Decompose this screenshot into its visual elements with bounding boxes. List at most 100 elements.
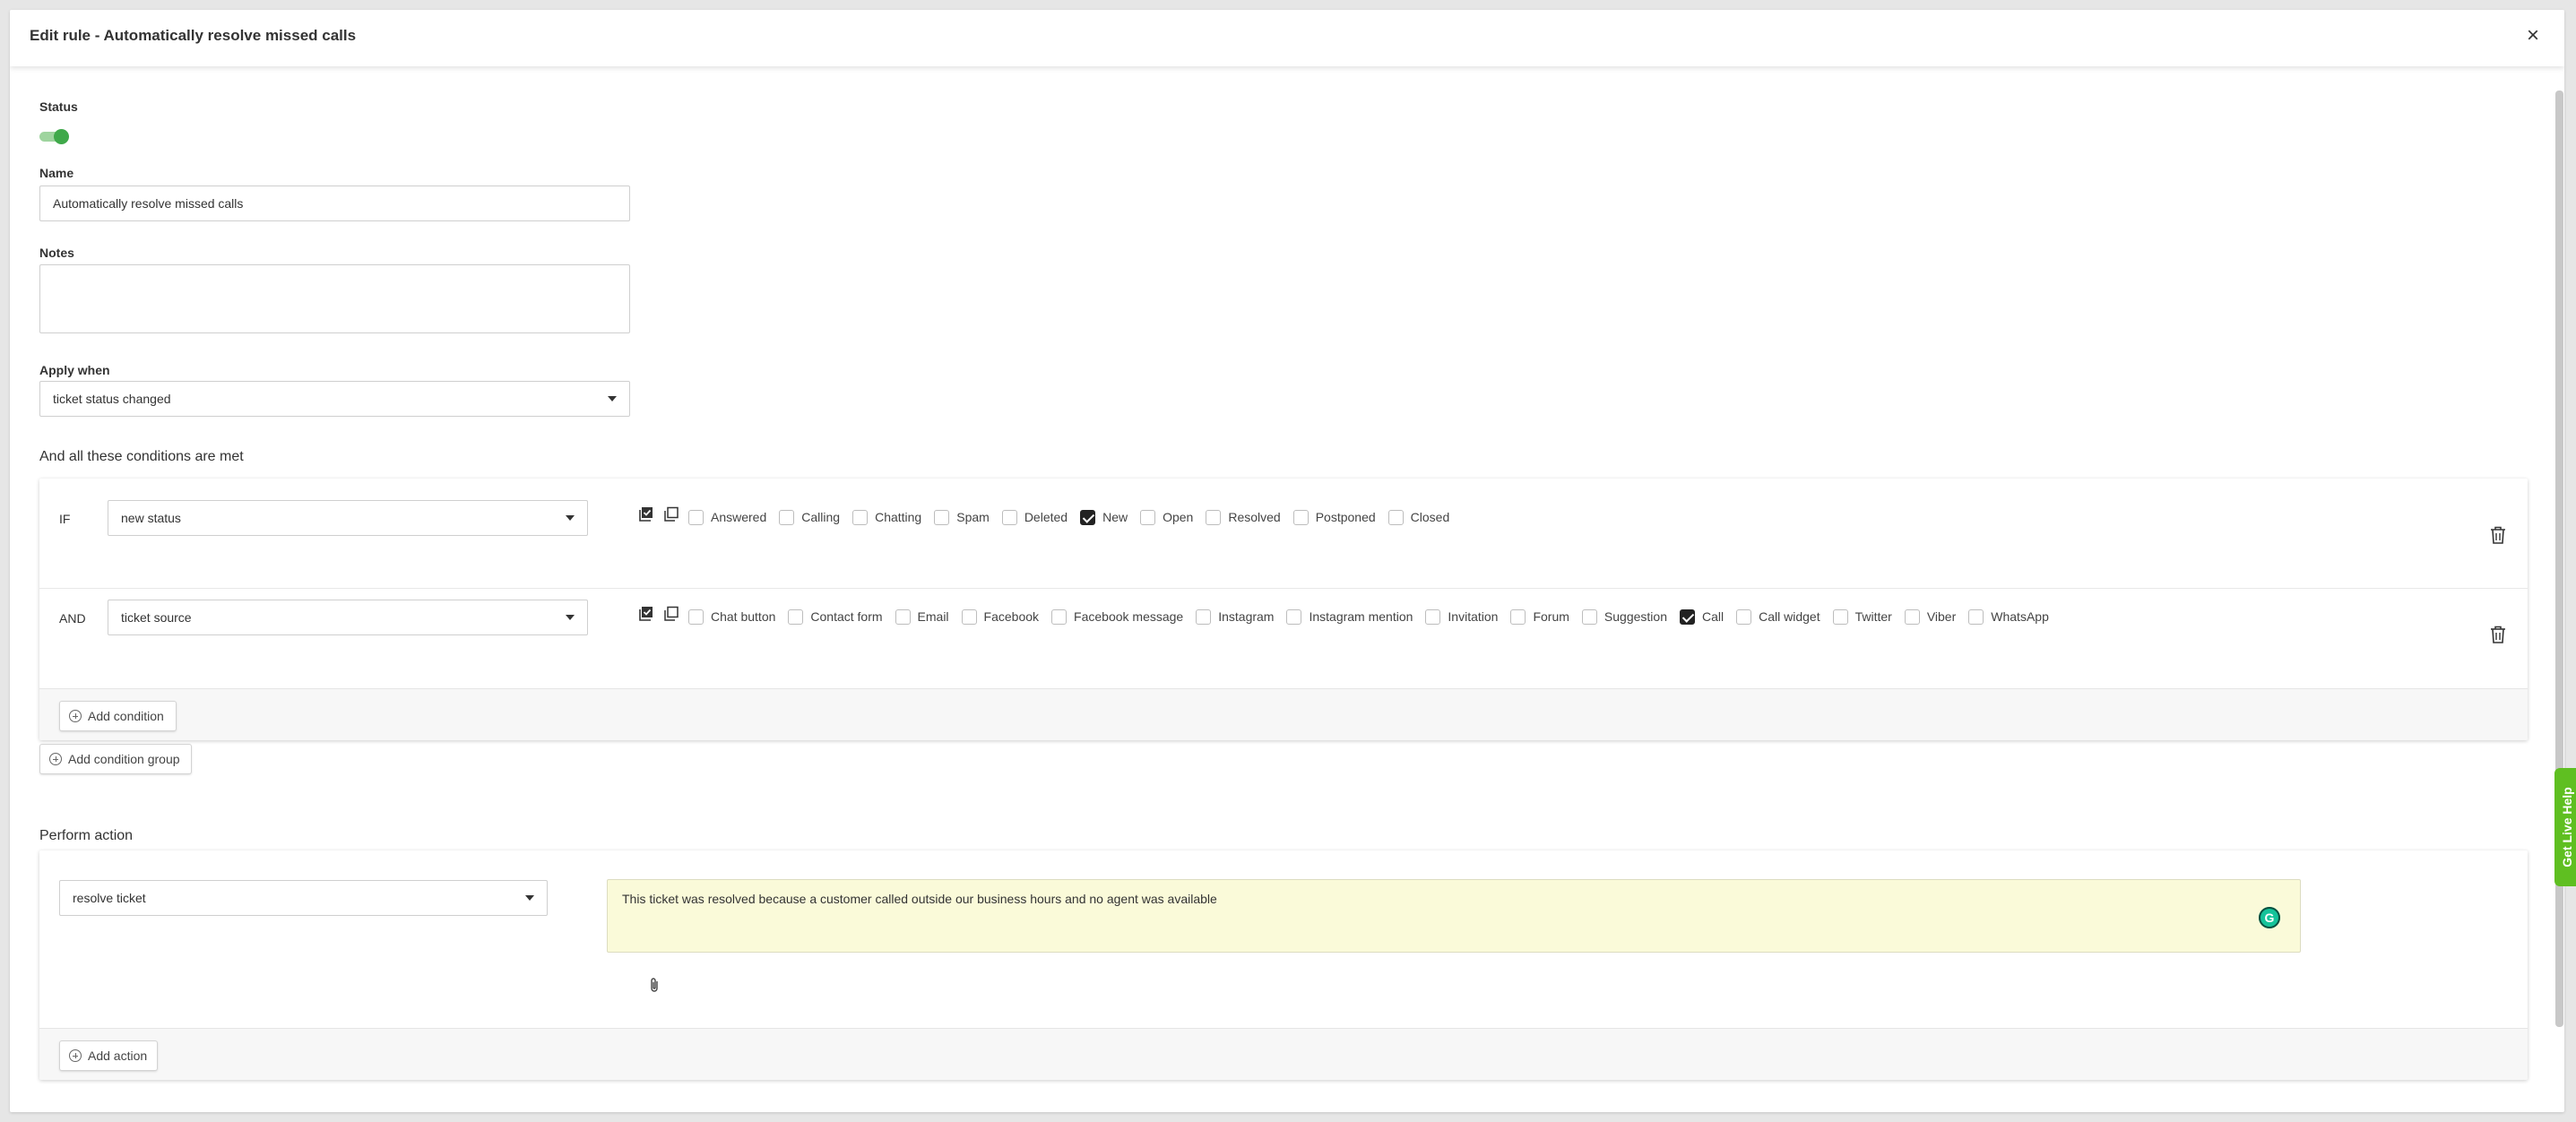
condition-field-select[interactable]: new status <box>108 500 588 536</box>
option-label: Closed <box>1410 510 1450 524</box>
actions-section-title: Perform action <box>39 828 134 843</box>
conditions-section-title: And all these conditions are met <box>39 449 244 464</box>
checkbox[interactable] <box>1736 608 1752 625</box>
option-suggestion[interactable]: Suggestion <box>1581 608 1667 625</box>
condition-field-select[interactable]: ticket source <box>108 600 588 635</box>
checkbox[interactable] <box>852 509 869 525</box>
action-select[interactable]: resolve ticket <box>59 880 548 916</box>
condition-group-footer: Add condition <box>39 688 2528 740</box>
option-label: Facebook <box>983 609 1040 624</box>
checkbox[interactable] <box>1510 608 1526 625</box>
chevron-down-icon <box>566 515 575 521</box>
checkbox[interactable] <box>1051 608 1068 625</box>
option-chatting[interactable]: Chatting <box>852 509 922 525</box>
option-forum[interactable]: Forum <box>1510 608 1569 625</box>
add-condition-group-button[interactable]: Add condition group <box>39 744 192 774</box>
checkbox[interactable] <box>1292 509 1309 525</box>
checkbox[interactable] <box>688 608 704 625</box>
checkbox[interactable] <box>788 608 804 625</box>
select-all-icon[interactable] <box>638 506 654 522</box>
grammarly-icon[interactable]: G <box>2259 907 2280 928</box>
option-resolved[interactable]: Resolved <box>1206 509 1281 525</box>
checkbox[interactable] <box>1904 608 1920 625</box>
option-label: Calling <box>801 510 841 524</box>
checkbox[interactable] <box>1581 608 1597 625</box>
option-label: New <box>1102 510 1128 524</box>
source-options: Chat button Contact form Email Facebook Face… <box>688 607 2062 626</box>
checkbox[interactable] <box>934 509 950 525</box>
condition-group-panel: IF new status Answered Calling Chatting Spa… <box>39 479 2528 740</box>
apply-when-select[interactable]: ticket status changed <box>39 381 630 417</box>
status-toggle[interactable] <box>39 129 69 144</box>
trash-icon[interactable] <box>2489 625 2507 644</box>
option-calling[interactable]: Calling <box>779 509 841 525</box>
option-deleted[interactable]: Deleted <box>1001 509 1068 525</box>
option-call[interactable]: Call <box>1679 608 1725 625</box>
condition-keyword-and: AND <box>59 611 86 626</box>
option-viber[interactable]: Viber <box>1904 608 1956 625</box>
checkbox[interactable] <box>1286 608 1302 625</box>
add-condition-button[interactable]: Add condition <box>59 701 177 731</box>
option-postponed[interactable]: Postponed <box>1292 509 1376 525</box>
attachment-icon[interactable] <box>647 976 661 994</box>
checkbox[interactable] <box>1196 608 1212 625</box>
select-all-icon[interactable] <box>638 606 654 622</box>
option-label: Answered <box>711 510 767 524</box>
option-label: Suggestion <box>1604 609 1667 624</box>
option-label: Call <box>1701 609 1725 624</box>
name-input[interactable]: Automatically resolve missed calls <box>39 186 630 221</box>
option-twitter[interactable]: Twitter <box>1832 608 1892 625</box>
option-closed[interactable]: Closed <box>1387 509 1450 525</box>
row-divider <box>39 588 2528 589</box>
option-instagram[interactable]: Instagram <box>1196 608 1274 625</box>
trash-icon[interactable] <box>2489 525 2507 545</box>
option-email[interactable]: Email <box>895 608 949 625</box>
option-chat-button[interactable]: Chat button <box>688 608 775 625</box>
checkbox[interactable] <box>688 509 704 525</box>
checkbox[interactable] <box>1001 509 1017 525</box>
status-label: Status <box>39 99 78 114</box>
get-live-help-button[interactable]: Get Live Help <box>2554 768 2576 886</box>
option-invitation[interactable]: Invitation <box>1425 608 1498 625</box>
action-panel-footer: Add action <box>39 1028 2528 1080</box>
option-answered[interactable]: Answered <box>688 509 767 525</box>
option-spam[interactable]: Spam <box>934 509 990 525</box>
option-open[interactable]: Open <box>1140 509 1194 525</box>
option-facebook[interactable]: Facebook <box>961 608 1040 625</box>
option-call-widget[interactable]: Call widget <box>1736 608 1820 625</box>
checkbox[interactable] <box>895 608 911 625</box>
option-new[interactable]: New <box>1080 509 1128 525</box>
status-options: Answered Calling Chatting Spam Deleted New Ope… <box>688 507 1462 527</box>
option-instagram-mention[interactable]: Instagram mention <box>1286 608 1413 625</box>
checkbox[interactable] <box>1832 608 1848 625</box>
copy-icon[interactable] <box>663 606 679 622</box>
checkbox[interactable] <box>1387 509 1404 525</box>
checkbox-checked[interactable] <box>1080 509 1096 525</box>
option-label: Chatting <box>875 510 922 524</box>
option-label: Call widget <box>1759 609 1820 624</box>
add-condition-group-label: Add condition group <box>68 752 180 766</box>
add-action-button[interactable]: Add action <box>59 1040 158 1071</box>
apply-when-value: ticket status changed <box>53 392 171 406</box>
plus-circle-icon <box>69 1049 82 1062</box>
chevron-down-icon <box>608 396 617 401</box>
edit-rule-modal: Edit rule - Automatically resolve missed… <box>10 10 2564 1112</box>
option-contact-form[interactable]: Contact form <box>788 608 883 625</box>
option-whatsapp[interactable]: WhatsApp <box>1968 608 2049 625</box>
close-icon[interactable]: × <box>2521 24 2545 47</box>
scrollbar[interactable] <box>2555 91 2563 1027</box>
resolve-message-input[interactable]: This ticket was resolved because a custo… <box>607 879 2301 953</box>
option-label: Open <box>1163 510 1194 524</box>
option-facebook-message[interactable]: Facebook message <box>1051 608 1183 625</box>
option-label: WhatsApp <box>1991 609 2049 624</box>
checkbox-checked[interactable] <box>1679 608 1695 625</box>
notes-textarea[interactable] <box>39 264 630 333</box>
copy-icon[interactable] <box>663 506 679 522</box>
checkbox[interactable] <box>1425 608 1441 625</box>
resolve-message-text: This ticket was resolved because a custo… <box>622 892 1217 906</box>
checkbox[interactable] <box>1206 509 1222 525</box>
checkbox[interactable] <box>779 509 795 525</box>
checkbox[interactable] <box>1968 608 1984 625</box>
checkbox[interactable] <box>961 608 977 625</box>
checkbox[interactable] <box>1140 509 1156 525</box>
